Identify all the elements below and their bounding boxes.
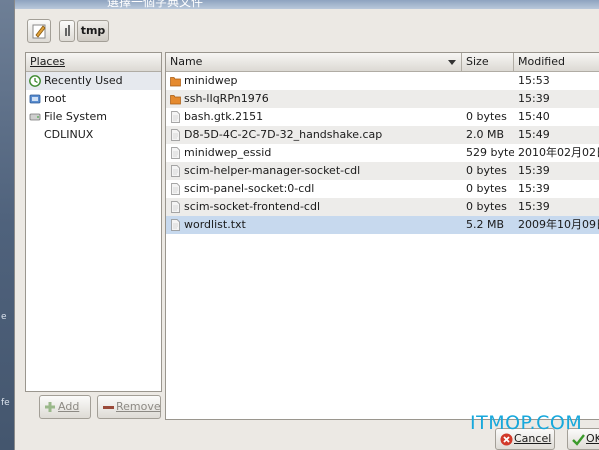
home-icon [29,94,41,104]
file-modified: 2010年02月02日 [518,146,599,159]
file-size: 2.0 MB [466,128,505,141]
file-name: scim-panel-socket:0-cdl [184,182,315,195]
remove-bookmark-button[interactable]: Remove [97,395,161,419]
file-name: D8-5D-4C-2C-7D-32_handshake.cap [184,128,383,141]
file-size: 5.2 MB [466,218,505,231]
table-row[interactable]: minidwep 15:53 [166,72,599,90]
plus-icon [45,402,55,412]
table-row[interactable]: wordlist.txt 5.2 MB 2009年10月09日 [166,216,599,234]
title-bar[interactable]: 選擇一個字典文件 [15,0,599,9]
column-header-size[interactable]: Size [462,53,514,71]
file-chooser-dialog: 選擇一個字典文件 tmp Places Recently Used root F… [14,0,599,450]
checkmark-icon [572,434,585,446]
places-panel: Places Recently Used root File System CD… [25,52,162,392]
table-row[interactable]: bash.gtk.2151 0 bytes 15:40 [166,108,599,126]
file-size: 0 bytes [466,200,507,213]
file-modified: 15:49 [518,128,550,141]
cancel-icon [500,433,513,446]
file-name: ssh-lIqRPn1976 [184,92,269,105]
file-icon [171,129,180,141]
table-row[interactable]: scim-panel-socket:0-cdl 0 bytes 15:39 [166,180,599,198]
file-size: 0 bytes [466,164,507,177]
file-name: scim-helper-manager-socket-cdl [184,164,361,177]
file-icon [171,183,180,195]
file-icon [171,219,180,231]
table-row[interactable]: ssh-lIqRPn1976 15:39 [166,90,599,108]
file-name: minidwep_essid [184,146,272,159]
file-modified: 15:39 [518,92,550,105]
place-label: Recently Used [44,74,123,87]
file-name: wordlist.txt [184,218,246,231]
add-bookmark-button[interactable]: Add [39,395,91,419]
folder-icon [170,77,181,87]
column-header-name[interactable]: Name [166,53,462,71]
sort-descending-icon [448,60,456,65]
remove-label: Remove [116,400,161,413]
file-size: 0 bytes [466,110,507,123]
arrow-toggle-icon [65,25,70,36]
file-list: Name Size Modified minidwep 15:53 ssh-lIqR… [165,52,599,420]
table-row[interactable]: minidwep_essid 529 bytes 2010年02月02日 [166,144,599,162]
file-name: bash.gtk.2151 [184,110,264,123]
table-row[interactable]: scim-helper-manager-socket-cdl 0 bytes 15:… [166,162,599,180]
path-toggle-button[interactable] [59,20,75,42]
ok-label: OK [586,432,599,445]
folder-icon [170,95,181,105]
file-icon [171,147,180,159]
place-label: File System [44,110,107,123]
file-icon [171,201,180,213]
place-file-system[interactable]: File System [26,108,161,126]
desktop-edge-text-1: e [1,312,7,322]
drive-icon [29,113,41,121]
places-header[interactable]: Places [26,53,161,72]
table-row[interactable]: D8-5D-4C-2C-7D-32_handshake.cap 2.0 MB 15:… [166,126,599,144]
pencil-icon [32,24,46,39]
column-modified-label: Modified [518,55,565,68]
minus-icon [103,406,114,409]
file-modified: 15:39 [518,200,550,213]
edit-location-button[interactable] [27,19,51,43]
window-title: 選擇一個字典文件 [107,0,204,9]
column-header-modified[interactable]: Modified [514,53,599,71]
file-name: minidwep [184,74,238,87]
file-size: 0 bytes [466,182,507,195]
file-modified: 15:40 [518,110,550,123]
column-size-label: Size [466,55,489,68]
column-name-label: Name [170,55,203,68]
path-segment-tmp[interactable]: tmp [77,20,109,42]
place-recently-used[interactable]: Recently Used [26,72,161,90]
file-name: scim-socket-frontend-cdl [184,200,321,213]
file-modified: 15:53 [518,74,550,87]
place-label: CDLINUX [44,128,94,141]
add-label: Add [58,400,80,413]
table-row[interactable]: scim-socket-frontend-cdl 0 bytes 15:39 [166,198,599,216]
file-modified: 15:39 [518,164,550,177]
file-list-header: Name Size Modified [166,53,599,72]
file-icon [171,165,180,177]
place-label: root [44,92,67,105]
place-cdlinux[interactable]: CDLINUX [26,126,161,144]
place-root[interactable]: root [26,90,161,108]
file-icon [171,111,180,123]
places-header-label: Places [30,55,65,68]
file-modified: 2009年10月09日 [518,218,599,231]
watermark-text: ITMOP.COM [470,412,583,434]
recent-icon [29,75,41,87]
desktop-edge-text-2: fe [1,398,10,408]
file-modified: 15:39 [518,182,550,195]
file-size: 529 bytes [466,146,514,159]
